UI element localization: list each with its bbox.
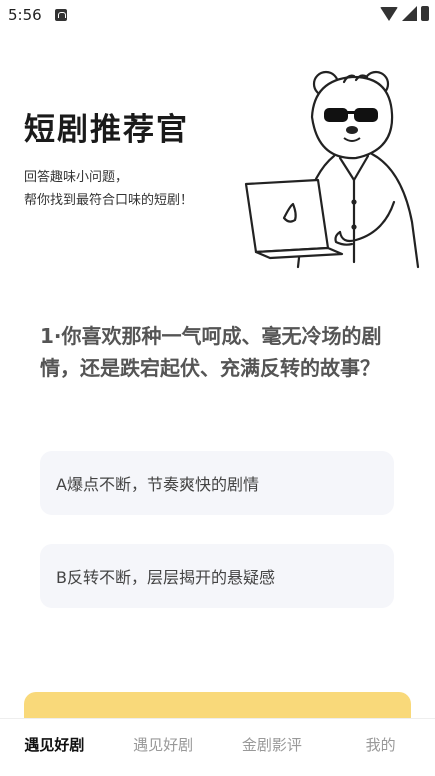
status-icons [380,6,429,21]
status-time: 5:56 [8,6,42,24]
question-text: 1·你喜欢那种一气呵成、毫无冷场的剧情，还是跌宕起伏、充满反转的故事？ [40,324,382,380]
nav-item-reviews[interactable]: 金剧影评 [218,719,327,776]
a-icon [55,9,67,21]
bottom-nav: 遇见好剧 遇见好剧 金剧影评 我的 [0,718,435,776]
option-a-label: A爆点不断，节奏爽快的剧情 [56,475,259,494]
nav-item-mine[interactable]: 我的 [326,719,435,776]
hero-subtitle: 回答趣味小问题， 帮你找到最符合口味的短剧！ [24,166,193,212]
nav-item-discover-active[interactable]: 遇见好剧 [0,719,109,776]
hero-subtitle-line-1: 回答趣味小问题， [24,170,129,185]
option-b-button[interactable]: B反转不断，层层揭开的悬疑感 [40,544,394,608]
hero-subtitle-line-2: 帮你找到最符合口味的短剧！ [24,193,194,208]
status-bar: 5:56 [0,0,435,30]
option-b-label: B反转不断，层层揭开的悬疑感 [56,568,275,587]
nav-item-discover[interactable]: 遇见好剧 [109,719,218,776]
option-a-button[interactable]: A爆点不断，节奏爽快的剧情 [40,451,394,515]
signal-icon [402,6,417,21]
bear-with-laptop-illustration [244,70,420,269]
wifi-icon [380,6,398,21]
page-title: 短剧推荐官 [24,112,189,148]
battery-icon [421,6,429,21]
